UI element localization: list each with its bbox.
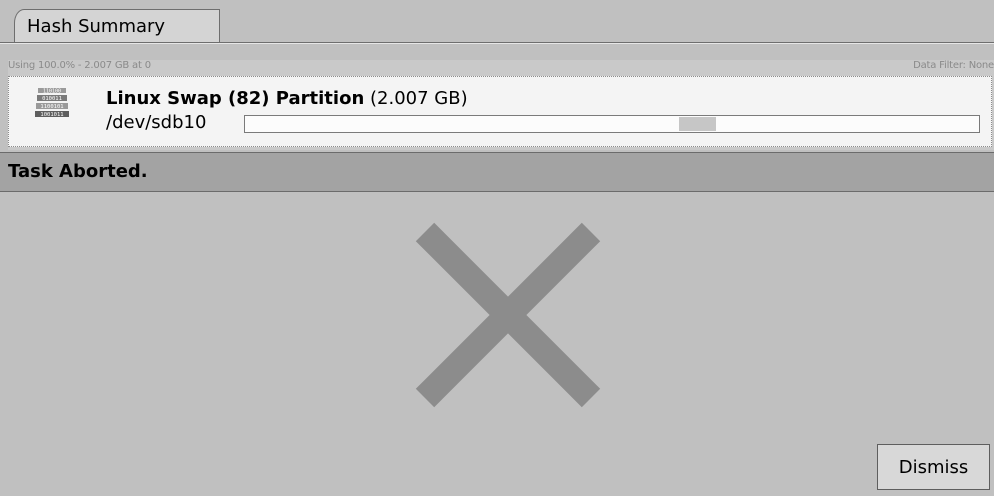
device-size: (2.007 GB)	[370, 88, 468, 109]
data-filter-text: Data Filter: None	[913, 60, 994, 71]
status-message: Task Aborted.	[8, 161, 148, 182]
svg-text:010011: 010011	[42, 96, 62, 102]
status-bar: Task Aborted.	[0, 152, 994, 192]
tab-bar: Hash Summary	[0, 0, 994, 44]
dismiss-button[interactable]: Dismiss	[877, 444, 990, 490]
svg-text:110100: 110100	[43, 89, 61, 95]
device-path: /dev/sdb10	[106, 112, 207, 133]
tab-divider-highlight	[0, 43, 994, 44]
usage-text: Using 100.0% - 2.007 GB at 0	[8, 60, 151, 71]
device-usage-bar	[244, 115, 980, 133]
device-usage-segment	[678, 117, 717, 131]
tab-hash-summary[interactable]: Hash Summary	[14, 9, 220, 43]
svg-text:1100101: 1100101	[40, 104, 63, 110]
tab-label: Hash Summary	[27, 16, 166, 37]
cross-icon	[415, 222, 601, 408]
disk-binary-icon: 110100 010011 1100101 1001011	[35, 88, 69, 118]
device-name: Linux Swap (82) Partition	[106, 88, 365, 109]
svg-text:1001011: 1001011	[40, 112, 63, 118]
device-title: Linux Swap (82) Partition (2.007 GB)	[106, 88, 468, 109]
